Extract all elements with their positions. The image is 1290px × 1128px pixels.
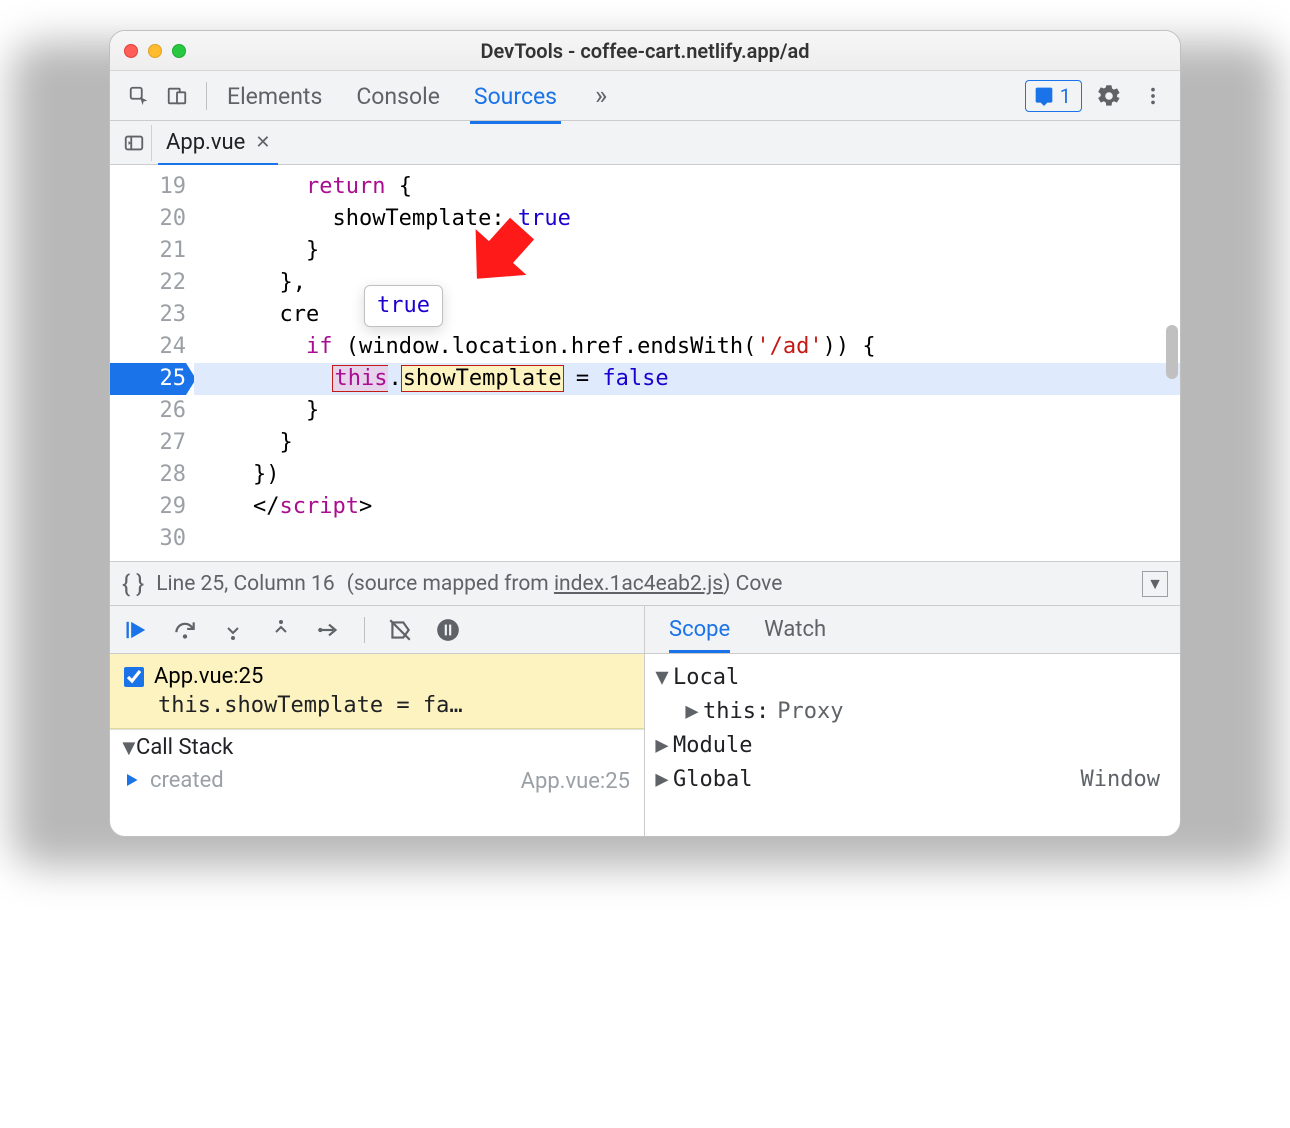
value-tooltip: true <box>364 285 443 327</box>
zoom-window-button[interactable] <box>172 44 186 58</box>
debugger-controls <box>110 606 644 654</box>
this-token[interactable]: this <box>332 365 388 392</box>
pretty-print-icon[interactable]: { } <box>122 570 144 598</box>
line-number[interactable]: 23 <box>110 299 186 331</box>
breakpoint-location: App.vue:25 <box>154 664 263 689</box>
tab-sources[interactable]: Sources <box>470 73 561 118</box>
scope-this[interactable]: ▶this:Proxy <box>655 694 1170 728</box>
traffic-lights <box>110 44 186 58</box>
code-line: } <box>194 235 1180 267</box>
code-editor[interactable]: 19 20 21 22 23 24 25 26 27 28 29 30 retu… <box>110 165 1180 562</box>
line-number[interactable]: 30 <box>110 523 186 555</box>
minimize-window-button[interactable] <box>148 44 162 58</box>
hovered-property[interactable]: showTemplate <box>402 366 563 391</box>
line-number[interactable]: 27 <box>110 427 186 459</box>
tooltip-value: true <box>377 293 430 318</box>
code-line: } <box>194 395 1180 427</box>
cursor-position: Line 25, Column 16 <box>156 572 334 596</box>
scope-local[interactable]: ▼Local <box>655 660 1170 694</box>
code-line: }) <box>194 459 1180 491</box>
breakpoint-item[interactable]: App.vue:25 this.showTemplate = fa… <box>110 654 644 729</box>
settings-icon[interactable] <box>1092 79 1126 113</box>
callstack-frame[interactable]: created App.vue:25 <box>110 765 644 795</box>
code-area[interactable]: return { showTemplate: true } }, cre { i… <box>194 165 1180 561</box>
debugger-left-pane: App.vue:25 this.showTemplate = fa… ▼Call… <box>110 606 645 836</box>
code-line <box>194 523 1180 555</box>
more-panels-icon[interactable]: » <box>587 81 615 111</box>
current-frame-icon <box>124 771 142 789</box>
inspect-element-icon[interactable] <box>122 79 156 113</box>
code-line: }, <box>194 267 1180 299</box>
scope-module[interactable]: ▶Module <box>655 728 1170 762</box>
file-tab-app-vue[interactable]: App.vue ✕ <box>152 121 284 165</box>
step-out-icon[interactable] <box>264 613 298 647</box>
tab-watch[interactable]: Watch <box>764 607 826 652</box>
vertical-scrollbar[interactable] <box>1166 325 1178 379</box>
issues-count: 1 <box>1060 84 1071 108</box>
debugger-right-pane: Scope Watch ▼Local ▶this:Proxy ▶Module ▶… <box>645 606 1180 836</box>
line-number-current[interactable]: 25 <box>110 363 186 395</box>
line-number[interactable]: 19 <box>110 171 186 203</box>
code-line: if (window.location.href.endsWith('/ad')… <box>194 331 1180 363</box>
debugger-panel: App.vue:25 this.showTemplate = fa… ▼Call… <box>110 606 1180 836</box>
line-number[interactable]: 24 <box>110 331 186 363</box>
devtools-toolbar: Elements Console Sources » 1 <box>110 71 1180 121</box>
line-gutter[interactable]: 19 20 21 22 23 24 25 26 27 28 29 30 <box>110 165 194 561</box>
tab-console[interactable]: Console <box>352 73 444 118</box>
frame-source: App.vue:25 <box>521 769 630 791</box>
frame-name: created <box>150 768 224 793</box>
line-number[interactable]: 28 <box>110 459 186 491</box>
close-file-tab-icon[interactable]: ✕ <box>255 132 270 153</box>
source-map-info: (source mapped from index.1ac4eab2.js) C… <box>347 572 783 596</box>
devtools-window: DevTools - coffee-cart.netlify.app/ad <box>109 30 1181 837</box>
tab-scope[interactable]: Scope <box>669 607 730 652</box>
line-number[interactable]: 21 <box>110 235 186 267</box>
step-over-icon[interactable] <box>168 613 202 647</box>
code-line: </script> <box>194 491 1180 523</box>
close-window-button[interactable] <box>124 44 138 58</box>
kebab-menu-icon[interactable] <box>1136 79 1170 113</box>
navigator-toggle-icon[interactable] <box>116 125 152 161</box>
mapped-file-link[interactable]: index.1ac4eab2.js <box>554 572 723 596</box>
step-icon[interactable] <box>312 613 346 647</box>
line-number[interactable]: 20 <box>110 203 186 235</box>
breakpoint-preview: this.showTemplate = fa… <box>124 689 630 718</box>
scope-global[interactable]: ▶Global Window <box>655 762 1170 796</box>
scope-watch-tabs: Scope Watch <box>645 606 1180 654</box>
line-number[interactable]: 26 <box>110 395 186 427</box>
file-tab-label: App.vue <box>166 130 245 155</box>
device-toolbar-icon[interactable] <box>160 79 194 113</box>
scope-tree[interactable]: ▼Local ▶this:Proxy ▶Module ▶Global Windo… <box>645 654 1180 836</box>
editor-status-bar: { } Line 25, Column 16 (source mapped fr… <box>110 562 1180 606</box>
step-into-icon[interactable] <box>216 613 250 647</box>
code-line: showTemplate: true <box>194 203 1180 235</box>
file-tab-strip: App.vue ✕ <box>110 121 1180 165</box>
titlebar: DevTools - coffee-cart.netlify.app/ad <box>110 31 1180 71</box>
callstack-header[interactable]: ▼Call Stack <box>110 729 644 765</box>
resume-icon[interactable] <box>120 613 154 647</box>
deactivate-breakpoints-icon[interactable] <box>383 613 417 647</box>
code-line: } <box>194 427 1180 459</box>
code-line-paused: this.showTemplate = false <box>194 363 1180 395</box>
window-title: DevTools - coffee-cart.netlify.app/ad <box>110 39 1180 63</box>
code-line: cre { <box>194 299 1180 331</box>
tab-elements[interactable]: Elements <box>223 73 326 118</box>
expand-statusbar-icon[interactable]: ▼ <box>1142 571 1168 597</box>
issues-badge[interactable]: 1 <box>1025 80 1082 112</box>
breakpoint-checkbox[interactable] <box>124 667 144 687</box>
line-number[interactable]: 22 <box>110 267 186 299</box>
panel-tabs: Elements Console Sources » <box>223 73 1025 118</box>
line-number[interactable]: 29 <box>110 491 186 523</box>
code-line: return { <box>194 171 1180 203</box>
pause-on-exceptions-icon[interactable] <box>431 613 465 647</box>
toolbar-separator <box>206 82 207 110</box>
debugger-separator <box>364 617 365 643</box>
